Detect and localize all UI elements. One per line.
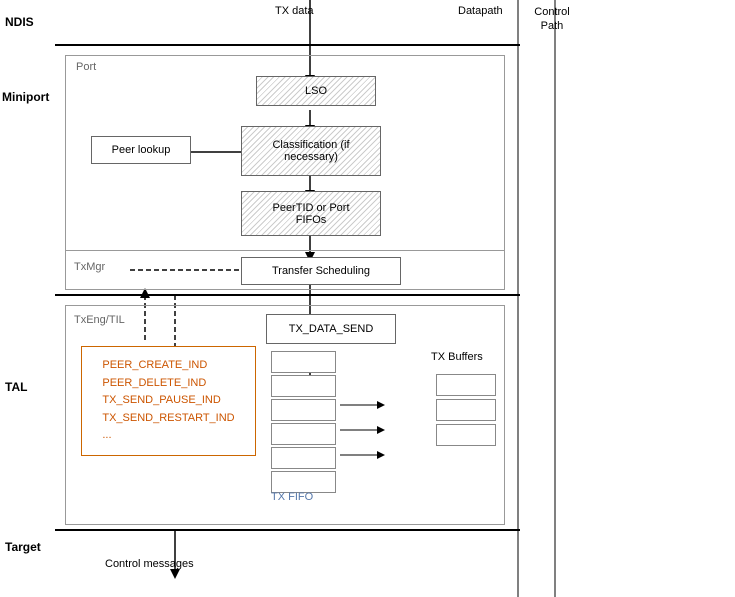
- lso-box: LSO: [256, 76, 376, 106]
- tal-label: TAL: [5, 380, 27, 394]
- controlpath-label: Control Path: [527, 5, 577, 34]
- diagram-container: NDIS TX data Datapath Control Path Minip…: [0, 0, 735, 597]
- classification-box: Classification (if necessary): [241, 126, 381, 176]
- txbuffer-1: [436, 374, 496, 396]
- txfifo-label: TX FIFO: [271, 491, 313, 503]
- peerlookup-box: Peer lookup: [91, 136, 191, 164]
- txbuffer-3: [436, 424, 496, 446]
- controlmessages-label: Control messages: [105, 558, 194, 570]
- miniport-label: Miniport: [2, 90, 49, 104]
- txeng-label: TxEng/TIL: [74, 314, 125, 326]
- txmgr-label: TxMgr: [74, 261, 105, 273]
- datapath-label: Datapath: [458, 5, 503, 17]
- txdatasend-box: TX_DATA_SEND: [266, 314, 396, 344]
- port-label: Port: [76, 61, 96, 73]
- tal-container: TxEng/TIL TX_DATA_SEND PEER_CREATE_IND P…: [65, 305, 505, 525]
- txbuffers-label: TX Buffers: [431, 351, 483, 363]
- txfifo-stack: [271, 351, 336, 493]
- txdata-label: TX data: [275, 5, 314, 17]
- txmgr-container: TxMgr Transfer Scheduling: [65, 250, 505, 290]
- peertid-box: PeerTID or Port FIFOs: [241, 191, 381, 236]
- txbuffer-2: [436, 399, 496, 421]
- transferscheduling-box: Transfer Scheduling: [241, 257, 401, 285]
- indicators-box: PEER_CREATE_IND PEER_DELETE_IND TX_SEND_…: [81, 346, 256, 456]
- ndis-label: NDIS: [5, 15, 34, 29]
- target-label: Target: [5, 540, 41, 554]
